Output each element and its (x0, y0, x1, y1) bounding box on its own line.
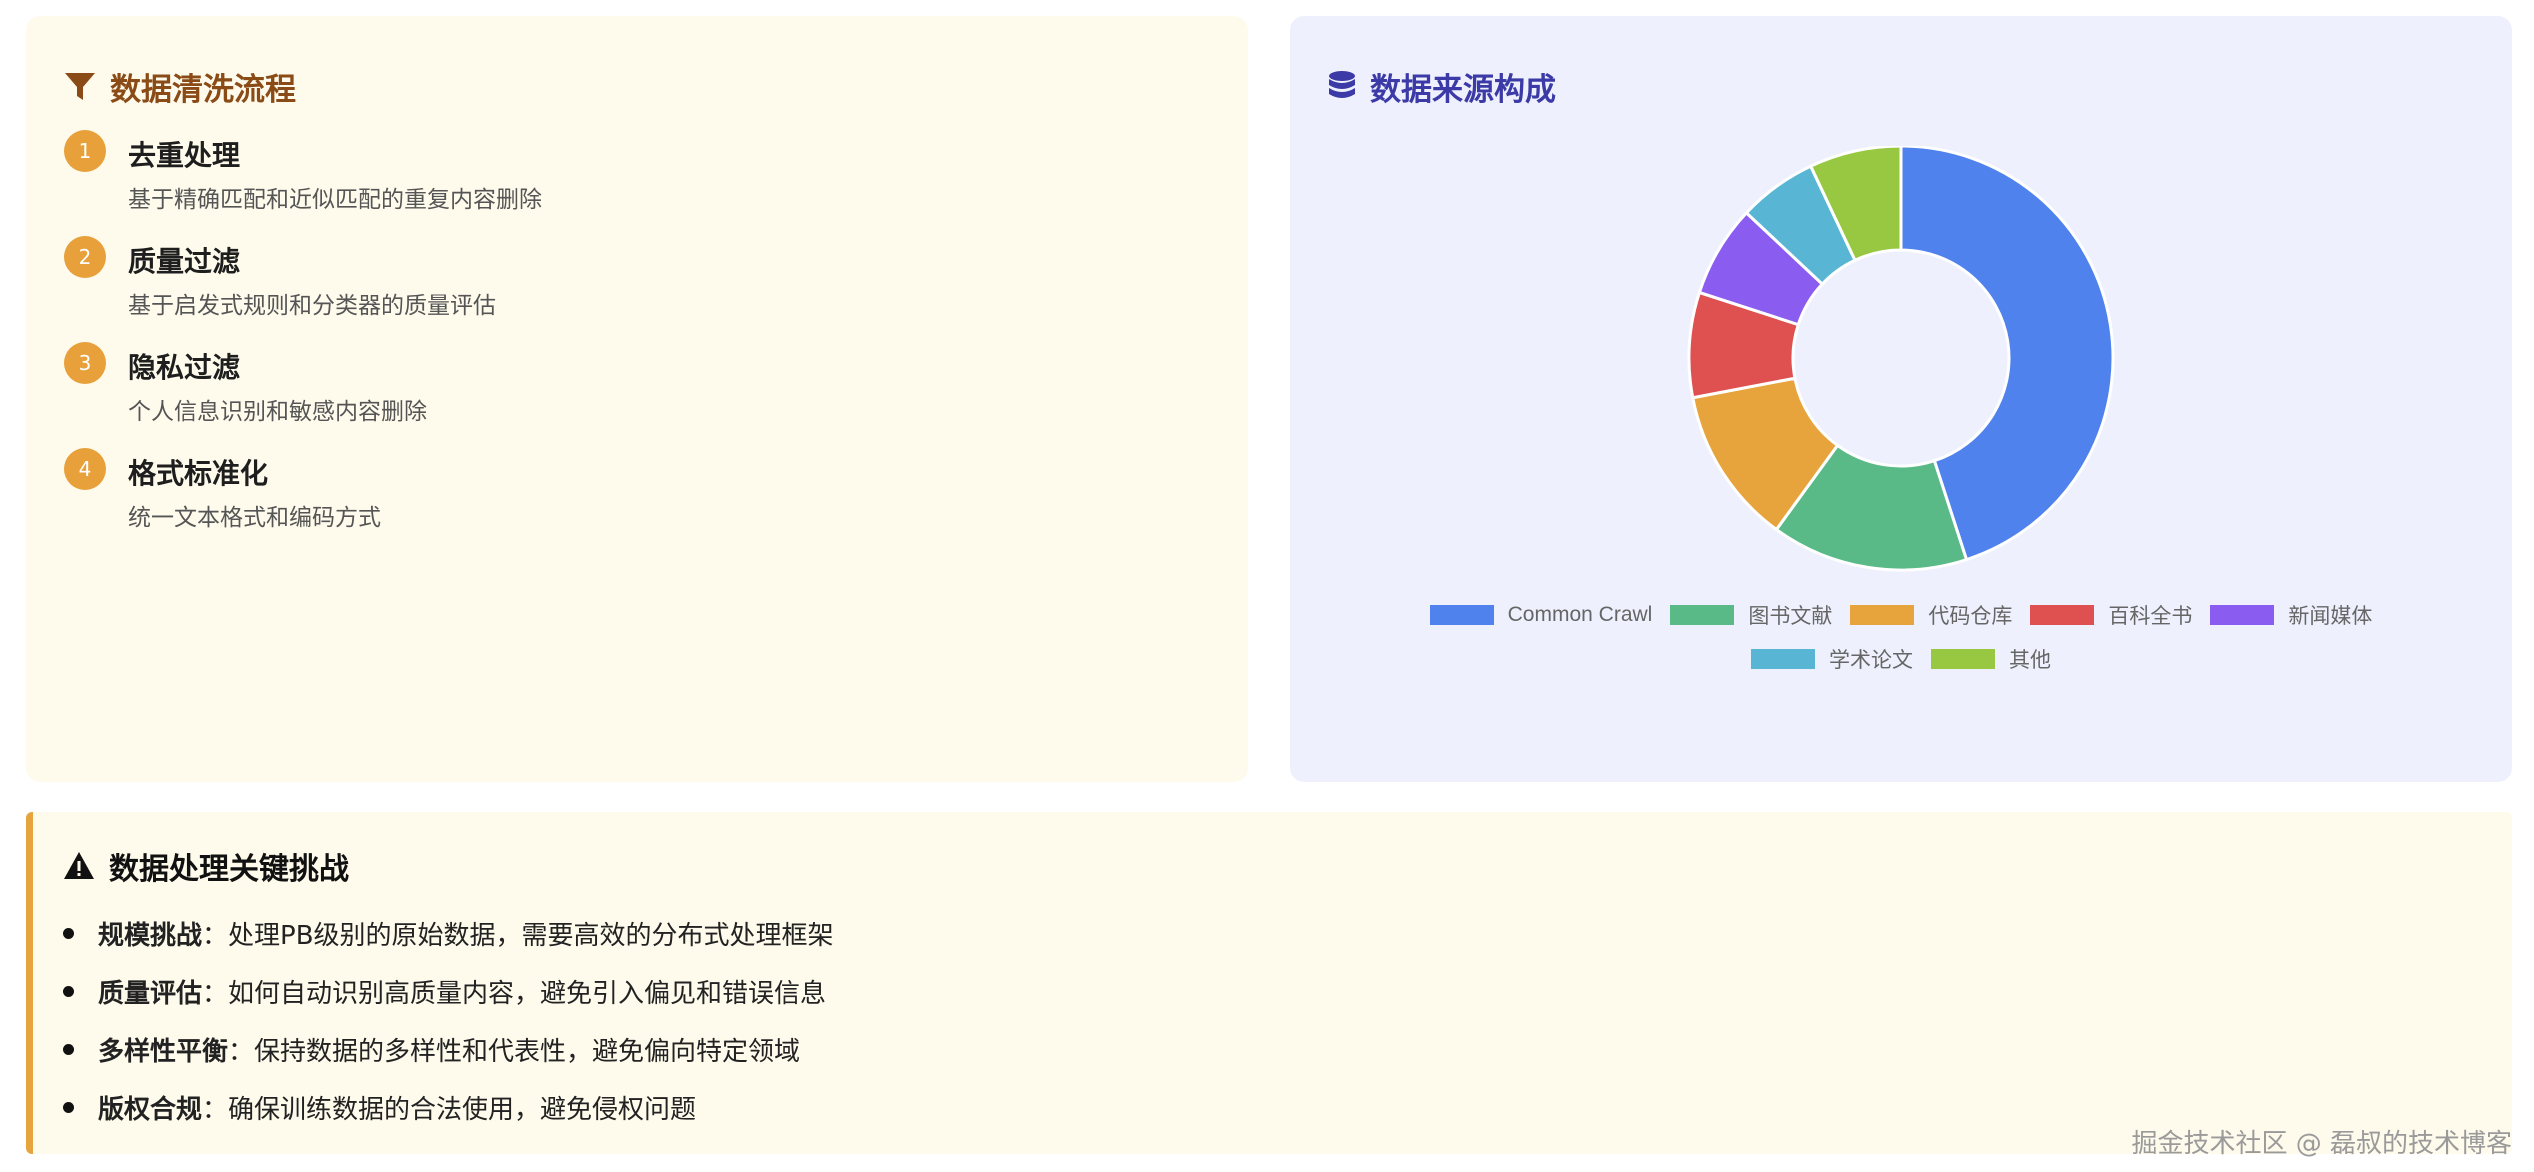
challenge-label: 多样性平衡 (98, 1036, 229, 1067)
step-number-badge: 1 (64, 130, 106, 172)
list-item: 版权合规：确保训练数据的合法使用，避免侵权问题 (63, 1078, 834, 1136)
step-title: 隐私过滤 (128, 351, 241, 384)
legend-item-papers[interactable]: 学术论文 (1751, 644, 1913, 674)
chart-legend: Common Crawl 图书文献 代码仓库 百科全书 新闻媒体 学术论文 其他 (1290, 600, 2512, 688)
cleaning-step-3: 3 隐私过滤 个人信息识别和敏感内容删除 (64, 342, 1164, 432)
step-title: 格式标准化 (128, 457, 269, 490)
challenge-separator: ： (202, 1094, 229, 1125)
cleaning-title: 数据清洗流程 (64, 64, 296, 109)
step-number-badge: 2 (64, 236, 106, 278)
challenge-text: 处理PB级别的原始数据，需要高效的分布式处理框架 (228, 920, 834, 951)
challenge-label: 规模挑战 (98, 920, 203, 951)
legend-label: Common Crawl (1507, 603, 1653, 626)
cleaning-process-card: 数据清洗流程 1 去重处理 基于精确匹配和近似匹配的重复内容删除 2 质量过滤 … (26, 16, 1248, 782)
challenge-text: 确保训练数据的合法使用，避免侵权问题 (228, 1094, 697, 1125)
bullet-icon (63, 927, 74, 939)
step-description: 基于精确匹配和近似匹配的重复内容删除 (128, 187, 542, 213)
watermark: 掘金技术社区 @ 磊叔的技术博客 (2131, 1129, 2512, 1159)
challenges-title: 数据处理关键挑战 (63, 844, 349, 888)
legend-swatch (1751, 649, 1815, 669)
legend-swatch (1670, 605, 1735, 625)
legend-label: 代码仓库 (1928, 605, 2013, 628)
data-source-card: 数据来源构成 Common Crawl 图书文献 代码仓库 百科全书 新闻媒体 … (1290, 16, 2512, 782)
challenge-text: 保持数据的多样性和代表性，避免偏向特定领域 (254, 1036, 801, 1067)
legend-row: 学术论文 其他 (1290, 644, 2512, 674)
list-item: 多样性平衡：保持数据的多样性和代表性，避免偏向特定领域 (63, 1020, 834, 1078)
cleaning-step-4: 4 格式标准化 统一文本格式和编码方式 (64, 448, 1164, 538)
legend-item-common-crawl[interactable]: Common Crawl (1429, 600, 1653, 630)
challenge-separator: ： (228, 1036, 255, 1067)
legend-swatch (2030, 605, 2095, 625)
legend-swatch (1850, 605, 1915, 625)
bullet-icon (63, 1101, 74, 1113)
database-icon (1329, 70, 1355, 98)
step-description: 基于启发式规则和分类器的质量评估 (128, 293, 496, 319)
donut-chart (1687, 146, 2115, 572)
bullet-icon (63, 1043, 74, 1055)
warning-icon (64, 852, 94, 879)
challenge-separator: ： (202, 978, 229, 1009)
step-description: 个人信息识别和敏感内容删除 (128, 399, 427, 425)
challenge-label: 版权合规 (98, 1094, 203, 1125)
step-description: 统一文本格式和编码方式 (128, 505, 381, 531)
step-title: 去重处理 (128, 139, 241, 172)
list-item: 质量评估：如何自动识别高质量内容，避免引入偏见和错误信息 (63, 962, 834, 1020)
filter-icon (65, 72, 95, 100)
bullet-icon (63, 985, 74, 997)
legend-label: 学术论文 (1829, 649, 1913, 672)
legend-item-code[interactable]: 代码仓库 (1850, 600, 2012, 630)
legend-swatch (1931, 649, 1995, 669)
cleaning-step-2: 2 质量过滤 基于启发式规则和分类器的质量评估 (64, 236, 1164, 326)
source-title: 数据来源构成 (1328, 64, 1556, 109)
legend-item-books[interactable]: 图书文献 (1670, 600, 1832, 630)
legend-item-news[interactable]: 新闻媒体 (2210, 600, 2372, 630)
cleaning-step-1: 1 去重处理 基于精确匹配和近似匹配的重复内容删除 (64, 130, 1164, 220)
list-item: 规模挑战：处理PB级别的原始数据，需要高效的分布式处理框架 (63, 904, 834, 962)
step-number-badge: 4 (64, 448, 106, 490)
challenge-label: 质量评估 (98, 978, 203, 1009)
legend-item-other[interactable]: 其他 (1931, 644, 2051, 674)
legend-label: 图书文献 (1748, 605, 1833, 628)
challenge-text: 如何自动识别高质量内容，避免引入偏见和错误信息 (228, 978, 827, 1009)
legend-label: 新闻媒体 (2288, 605, 2373, 628)
legend-item-encyclopedia[interactable]: 百科全书 (2030, 600, 2192, 630)
challenges-list: 规模挑战：处理PB级别的原始数据，需要高效的分布式处理框架 质量评估：如何自动识… (63, 904, 834, 1136)
legend-row: Common Crawl 图书文献 代码仓库 百科全书 新闻媒体 (1290, 600, 2512, 630)
legend-swatch (2210, 605, 2275, 625)
legend-swatch (1429, 605, 1494, 625)
legend-label: 其他 (2009, 649, 2051, 672)
legend-label: 百科全书 (2108, 605, 2193, 628)
challenges-card: 数据处理关键挑战 规模挑战：处理PB级别的原始数据，需要高效的分布式处理框架 质… (26, 812, 2512, 1154)
step-number-badge: 3 (64, 342, 106, 384)
step-title: 质量过滤 (128, 245, 241, 278)
challenge-separator: ： (202, 920, 229, 951)
